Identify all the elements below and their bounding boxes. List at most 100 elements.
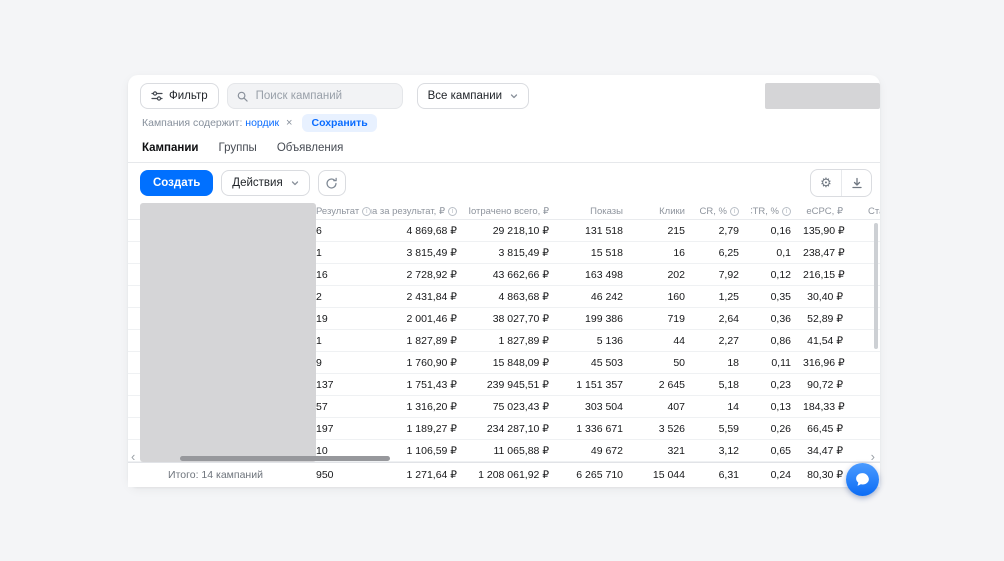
cell-cr: 2,79 [718, 224, 739, 237]
actions-dropdown-label: Действия [232, 177, 283, 189]
cell-cr: 5,18 [718, 378, 739, 391]
column-header-impressions[interactable]: Показы [561, 206, 635, 217]
cell-ecpc: 184,33 ₽ [803, 400, 845, 413]
cell-impressions: 15 518 [590, 246, 623, 259]
cell-ctr: 0,26 [770, 422, 791, 435]
cell-ctr: 0,1 [776, 246, 791, 259]
cell-impressions: 163 498 [585, 268, 623, 281]
search-box [226, 83, 403, 109]
total-cost_per_result: 1 271,64 ₽ [406, 469, 457, 481]
cell-cost_per_result: 2 728,92 ₽ [406, 268, 457, 281]
cell-cr: 6,25 [718, 246, 739, 259]
cell-spent_total: 234 287,10 ₽ [486, 422, 549, 435]
cell-cost_per_result: 1 316,20 ₽ [406, 400, 457, 413]
cell-impressions: 45 503 [590, 356, 623, 369]
cell-spent_total: 75 023,43 ₽ [492, 400, 549, 413]
column-header-label: eCPC, ₽ [806, 205, 843, 217]
cell-clicks: 50 [673, 356, 685, 369]
campaign-scope-dropdown[interactable]: Все кампании [416, 83, 530, 109]
info-icon[interactable]: i [730, 206, 739, 216]
export-button[interactable] [841, 170, 871, 196]
search-input[interactable] [253, 89, 393, 103]
column-header-label: Старт пр [868, 205, 880, 217]
info-icon[interactable]: i [782, 206, 791, 216]
column-header-label: Показы [590, 205, 623, 217]
column-header-clicks[interactable]: Клики [635, 206, 697, 217]
cell-impressions: 5 136 [596, 334, 623, 347]
cell-ecpc: 30,40 ₽ [807, 290, 843, 303]
cell-ecpc: 34,47 ₽ [807, 444, 843, 457]
cell-ctr: 0,86 [770, 334, 791, 347]
total-spent_total: 1 208 061,92 ₽ [478, 469, 549, 481]
save-filter-button[interactable]: Сохранить [302, 114, 377, 132]
cell-impressions: 199 386 [585, 312, 623, 325]
cell-spent_total: 1 827,89 ₽ [498, 334, 549, 347]
filter-button-label: Фильтр [169, 90, 208, 102]
campaigns-panel: Фильтр Все кампании Кампания содержит: н… [128, 75, 880, 487]
cell-ctr: 0,13 [770, 400, 791, 413]
campaigns-table: РезультатiЦена за результат, ₽iПотрачено… [128, 203, 880, 462]
cell-ctr: 0,16 [770, 224, 791, 237]
cell-cr: 7,92 [718, 268, 739, 281]
cell-cost_per_result: 1 751,43 ₽ [406, 378, 457, 391]
info-icon[interactable]: i [448, 206, 457, 216]
cell-ecpc: 135,90 ₽ [803, 224, 845, 237]
horizontal-scrollbar[interactable] [180, 456, 390, 461]
cell-ctr: 0,23 [770, 378, 791, 391]
cell-ecpc: 41,54 ₽ [807, 334, 843, 347]
column-header-label: Цена за результат, ₽ [371, 205, 445, 217]
cell-ctr: 0,36 [770, 312, 791, 325]
refresh-icon [325, 177, 338, 190]
cell-impressions: 1 336 671 [576, 422, 623, 435]
cell-cr: 5,59 [718, 422, 739, 435]
column-header-ctr[interactable]: CTR, %i [751, 206, 803, 217]
download-icon [851, 177, 863, 189]
tab-ads[interactable]: Объявления [277, 135, 344, 162]
scroll-right-icon[interactable]: › [871, 450, 875, 462]
remove-filter-icon[interactable]: × [286, 117, 292, 129]
settings-button[interactable]: ⚙ [811, 170, 841, 196]
tab-groups[interactable]: Группы [219, 135, 257, 162]
cell-spent_total: 29 218,10 ₽ [492, 224, 549, 237]
info-icon[interactable]: i [362, 206, 371, 216]
redacted-account-info [765, 83, 880, 109]
column-header-label: Клики [659, 205, 685, 217]
cell-clicks: 321 [667, 444, 685, 457]
cell-spent_total: 38 027,70 ₽ [492, 312, 549, 325]
actions-dropdown[interactable]: Действия [221, 170, 310, 196]
column-header-label: CR, % [699, 205, 727, 217]
cell-spent_total: 43 662,66 ₽ [492, 268, 549, 281]
cell-cr: 18 [727, 356, 739, 369]
scroll-left-icon[interactable]: ‹ [131, 450, 135, 462]
column-header-cr[interactable]: CR, % i [697, 206, 751, 217]
filter-button[interactable]: Фильтр [140, 83, 219, 109]
cell-ecpc: 316,96 ₽ [803, 356, 845, 369]
cell-ecpc: 216,15 ₽ [803, 268, 845, 281]
total-ctr: 0,24 [770, 469, 791, 481]
cell-cost_per_result: 2 001,46 ₽ [406, 312, 457, 325]
column-header-spent_total[interactable]: Потрачено всего, ₽ [469, 206, 561, 217]
cell-cost_per_result: 3 815,49 ₽ [406, 246, 457, 259]
filter-chip[interactable]: Кампания содержит: нордик × [142, 117, 292, 129]
create-button[interactable]: Создать [140, 170, 214, 196]
cell-cost_per_result: 1 189,27 ₽ [406, 422, 457, 435]
support-chat-button[interactable] [846, 463, 879, 496]
chat-bubble-icon [854, 471, 871, 488]
cell-cost_per_result: 1 827,89 ₽ [406, 334, 457, 347]
cell-cr: 3,12 [718, 444, 739, 457]
cell-ecpc: 66,45 ₽ [807, 422, 843, 435]
cell-ecpc: 52,89 ₽ [807, 312, 843, 325]
cell-clicks: 2 645 [658, 378, 685, 391]
column-header-start[interactable]: Старт пр [855, 206, 880, 217]
cell-impressions: 303 504 [585, 400, 623, 413]
tab-campaigns[interactable]: Кампании [142, 135, 199, 162]
column-header-ecpc[interactable]: eCPC, ₽ [803, 206, 855, 217]
refresh-button[interactable] [317, 170, 346, 196]
redacted-campaign-names [140, 203, 316, 462]
column-header-cost_per_result[interactable]: Цена за результат, ₽i [371, 206, 469, 217]
cell-impressions: 46 242 [590, 290, 623, 303]
cell-cost_per_result: 4 869,68 ₽ [406, 224, 457, 237]
vertical-scrollbar[interactable] [874, 223, 878, 349]
cell-cr: 2,64 [718, 312, 739, 325]
total-cr: 6,31 [718, 469, 739, 481]
